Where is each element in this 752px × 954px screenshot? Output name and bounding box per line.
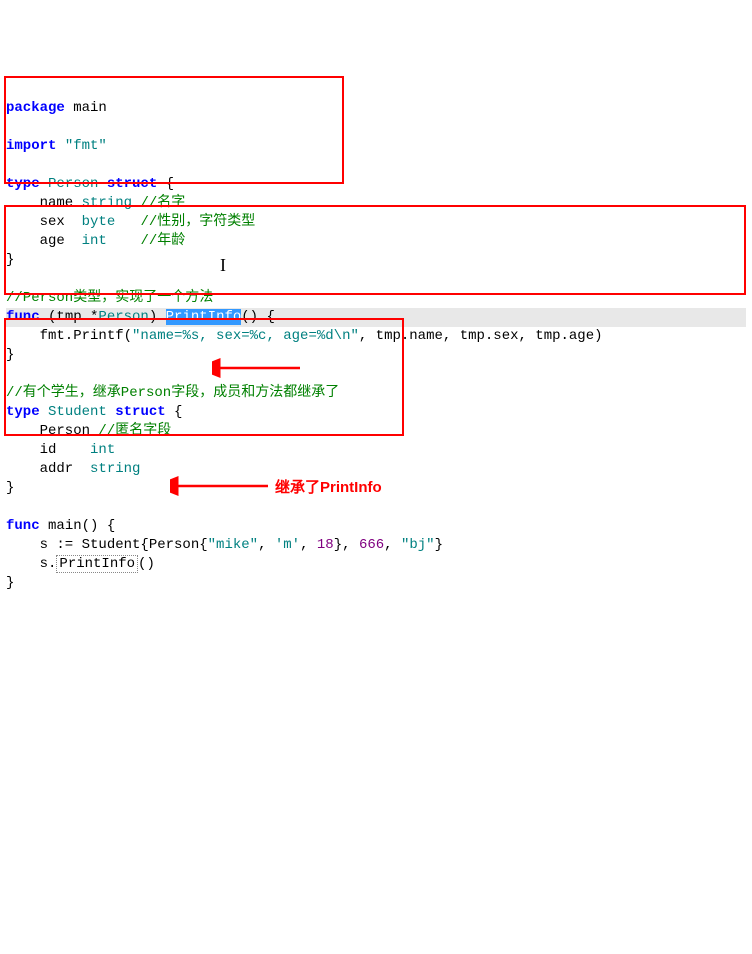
boxed-method-call: PrintInfo [56, 555, 138, 573]
comment: //匿名字段 [98, 423, 171, 439]
kw-func: func [6, 518, 40, 534]
comment-line: //有个学生，继承Person字段，成员和方法都继承了 [6, 385, 339, 401]
line-1: package main [6, 100, 107, 116]
selected-text: PrintInfo [166, 309, 242, 325]
annotation-inherit: 继承了PrintInfo [275, 478, 382, 497]
line-23: func main() { [6, 518, 115, 534]
line-12-highlighted: func (tmp *Person) PrintInfo() { [6, 308, 746, 327]
kw-struct: struct [107, 176, 157, 192]
comment-line: //Person类型，实现了一个方法 [6, 290, 213, 306]
line-17: type Student struct { [6, 404, 182, 420]
comment: //性别，字符类型 [115, 214, 255, 230]
line-21: } [6, 480, 14, 496]
line-5: type Person struct { [6, 176, 174, 192]
kw-import: import [6, 138, 56, 154]
line-25: s.PrintInfo() [6, 555, 155, 573]
code-block: package main import "fmt" type Person st… [6, 80, 746, 593]
line-19: id int [6, 442, 115, 458]
line-6: name string //名字 [6, 195, 185, 211]
kw-struct: struct [115, 404, 165, 420]
line-9: } [6, 252, 14, 268]
comment: //年龄 [107, 233, 185, 249]
line-26: } [6, 575, 14, 591]
kw-package: package [6, 100, 65, 116]
line-14: } [6, 347, 14, 363]
line-13: fmt.Printf("name=%s, sex=%c, age=%d\n", … [6, 328, 603, 344]
line-20: addr string [6, 461, 140, 477]
kw-type: type [6, 176, 40, 192]
line-24: s := Student{Person{"mike", 'm', 18}, 66… [6, 537, 443, 553]
kw-func: func [6, 309, 40, 325]
line-7: sex byte //性别，字符类型 [6, 214, 255, 230]
comment: //名字 [132, 195, 185, 211]
kw-type: type [6, 404, 40, 420]
line-18: Person //匿名字段 [6, 423, 171, 439]
line-3: import "fmt" [6, 138, 107, 154]
line-8: age int //年龄 [6, 233, 185, 249]
